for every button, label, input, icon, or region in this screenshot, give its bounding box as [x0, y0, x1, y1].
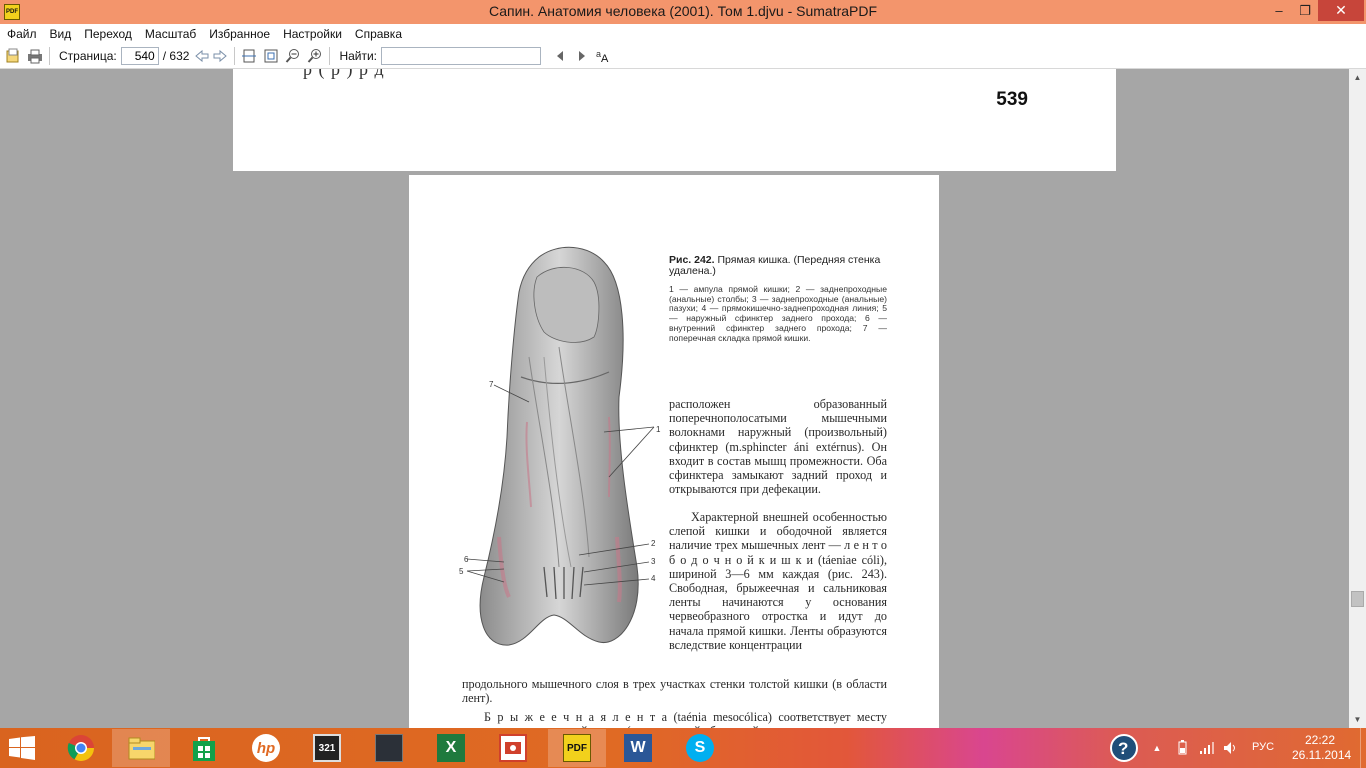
menu-help[interactable]: Справка	[355, 27, 402, 41]
find-label: Найти:	[339, 48, 378, 63]
title-bar[interactable]: PDF Сапин. Анатомия человека (2001). Том…	[0, 0, 1366, 24]
taskbar-app-file-explorer[interactable]	[112, 729, 170, 767]
toolbar: Страница: / 632 Найти: aA	[0, 43, 1366, 69]
presentation-icon	[499, 734, 527, 762]
svg-text:A: A	[601, 53, 609, 64]
body-paragraph: Б р ы ж е е ч н а я л е н т а (taénia me…	[462, 710, 887, 728]
body-paragraph: Характерной внешней особенностью слепой …	[669, 510, 887, 652]
zoom-in-icon[interactable]	[306, 47, 324, 65]
menu-go[interactable]: Переход	[84, 27, 132, 41]
page-total: / 632	[162, 48, 190, 63]
scroll-up-arrow[interactable]: ▲	[1349, 69, 1366, 86]
figure-label-7: 7	[489, 380, 494, 389]
open-file-icon[interactable]	[4, 47, 22, 65]
body-paragraph: расположен образованный поперечнополосат…	[669, 397, 887, 497]
zoom-out-icon[interactable]	[284, 47, 302, 65]
find-next-icon[interactable]	[573, 47, 591, 65]
skype-icon: S	[686, 734, 714, 762]
figure-legend: 1 — ампула прямой кишки; 2 — заднепроход…	[669, 284, 887, 343]
window-title: Сапин. Анатомия человека (2001). Том 1.d…	[488, 3, 878, 19]
help-icon[interactable]: ?	[1108, 728, 1140, 768]
next-page-icon[interactable]	[211, 47, 229, 65]
toolbar-divider	[329, 46, 331, 65]
minimize-button[interactable]: –	[1266, 0, 1292, 21]
taskbar-app-chrome[interactable]	[52, 729, 110, 767]
input-language-indicator[interactable]: РУС	[1252, 741, 1274, 753]
match-case-icon[interactable]: aA	[595, 47, 613, 65]
find-previous-icon[interactable]	[551, 47, 569, 65]
figure-label-3: 3	[651, 557, 656, 566]
menu-zoom[interactable]: Масштаб	[145, 27, 196, 41]
media-player-icon: 321	[313, 734, 341, 762]
svg-text:?: ?	[1118, 739, 1128, 758]
toolbar-divider	[234, 46, 236, 65]
document-view[interactable]: р ( р ) р д 539 7 1 2 3 4 6 5 Рис. 242. …	[0, 69, 1349, 728]
folder-icon	[127, 734, 155, 762]
battery-icon[interactable]	[1172, 728, 1192, 768]
previous-page: р ( р ) р д 539	[233, 69, 1116, 171]
scroll-down-arrow[interactable]: ▼	[1349, 711, 1366, 728]
clock-date: 26.11.2014	[1292, 748, 1352, 762]
network-signal-icon[interactable]	[1196, 728, 1216, 768]
clock-time: 22:22	[1304, 733, 1336, 747]
volume-icon[interactable]	[1220, 728, 1240, 768]
taskbar-app-sumatrapdf[interactable]: PDF	[548, 729, 606, 767]
previous-page-text-fragment: р ( р ) р д	[303, 69, 385, 79]
chrome-icon	[67, 734, 95, 762]
excel-icon: X	[437, 734, 465, 762]
windows-logo-icon	[9, 736, 35, 760]
body-paragraph: продольного мышечного слоя в трех участк…	[462, 677, 887, 706]
figure-label-5: 5	[459, 567, 464, 576]
taskbar-app-excel[interactable]: X	[422, 729, 480, 767]
print-icon[interactable]	[26, 47, 44, 65]
taskbar-app-dark[interactable]	[360, 729, 418, 767]
tray-overflow-icon[interactable]: ▲	[1150, 728, 1164, 768]
taskbar-app-store[interactable]	[175, 729, 233, 767]
windows-start-button[interactable]	[9, 736, 35, 760]
previous-page-icon[interactable]	[193, 47, 211, 65]
taskbar-app-skype[interactable]: S	[671, 729, 729, 767]
show-desktop-button[interactable]	[1360, 728, 1366, 768]
maximize-button[interactable]: ❐	[1292, 0, 1318, 21]
fit-width-icon[interactable]	[240, 47, 258, 65]
rectum-illustration	[466, 246, 655, 646]
taskbar-app-hp[interactable]: hp	[237, 729, 295, 767]
figure-label-6: 6	[464, 555, 469, 564]
hp-icon: hp	[252, 734, 280, 762]
sumatrapdf-icon: PDF	[563, 734, 591, 762]
fit-page-icon[interactable]	[262, 47, 280, 65]
menu-settings[interactable]: Настройки	[283, 27, 342, 41]
figure-label-1: 1	[656, 425, 661, 434]
find-input[interactable]	[381, 46, 542, 65]
taskbar-app-presentation[interactable]	[484, 729, 542, 767]
system-clock[interactable]: 22:22 26.11.2014	[1292, 733, 1352, 763]
word-icon: W	[624, 734, 652, 762]
menu-bar: Файл Вид Переход Масштаб Избранное Настр…	[0, 24, 1366, 43]
store-icon	[190, 734, 218, 762]
figure-label-4: 4	[651, 574, 656, 583]
toolbar-divider	[49, 46, 50, 65]
figure-caption: Рис. 242. Прямая кишка. (Передняя стенка…	[669, 255, 887, 277]
scroll-thumb[interactable]	[1351, 591, 1364, 607]
page-number-input[interactable]	[120, 46, 159, 65]
page-number: 539	[996, 89, 1028, 110]
current-page: 7 1 2 3 4 6 5 Рис. 242. Прямая кишка. (П…	[409, 175, 939, 728]
menu-file[interactable]: Файл	[7, 27, 37, 41]
taskbar: hp 321 X PDF W S ? ▲ РУС 22:22 26.11.201…	[0, 728, 1366, 768]
menu-favorites[interactable]: Избранное	[209, 27, 270, 41]
figure-label-2: 2	[651, 539, 656, 548]
page-label: Страница:	[59, 48, 117, 63]
app-window-icon	[375, 734, 403, 762]
taskbar-app-media-player-classic[interactable]: 321	[298, 729, 356, 767]
taskbar-app-word[interactable]: W	[609, 729, 667, 767]
close-button[interactable]: ✕	[1318, 0, 1364, 21]
menu-view[interactable]: Вид	[50, 27, 72, 41]
vertical-scrollbar[interactable]: ▲ ▼	[1349, 69, 1366, 728]
